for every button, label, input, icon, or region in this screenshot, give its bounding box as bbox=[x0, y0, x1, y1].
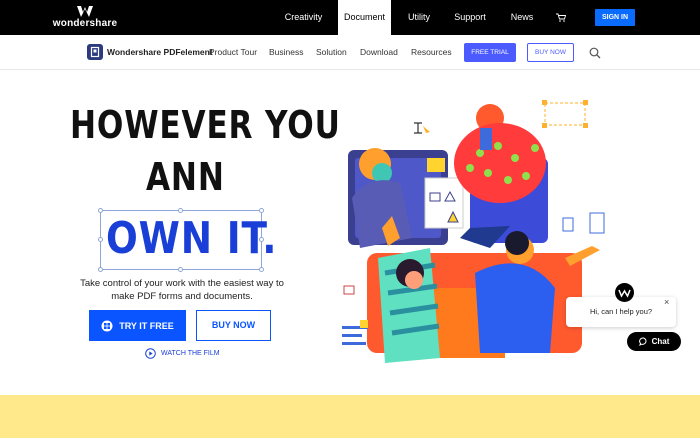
top-nav-creativity[interactable]: Creativity bbox=[276, 0, 331, 35]
chat-button[interactable]: Chat bbox=[627, 332, 681, 351]
selection-handle bbox=[259, 267, 264, 272]
hero-illustration bbox=[342, 100, 605, 363]
search-icon[interactable] bbox=[589, 47, 601, 59]
top-nav-support[interactable]: Support bbox=[450, 0, 490, 35]
chat-close-icon[interactable]: × bbox=[664, 297, 669, 307]
wondershare-logo-icon bbox=[77, 6, 93, 17]
hero-headline-line3: OWN IT. bbox=[106, 213, 278, 264]
next-section-band bbox=[0, 395, 700, 438]
selection-handle bbox=[98, 237, 103, 242]
pdfelement-logo-icon[interactable] bbox=[87, 44, 103, 60]
top-navigation-bar: wondershare Creativity Document Utility … bbox=[0, 0, 700, 35]
buy-now-button[interactable]: BUY NOW bbox=[196, 310, 271, 341]
chat-button-label: Chat bbox=[651, 337, 670, 346]
windows-mac-icon bbox=[101, 320, 113, 331]
top-nav-document[interactable]: Document bbox=[338, 0, 391, 35]
watch-film-link[interactable]: WATCH THE FILM bbox=[145, 348, 220, 359]
selection-handle bbox=[178, 267, 183, 272]
play-icon bbox=[145, 348, 156, 359]
hero-headline-line1: HOWEVER YOU bbox=[70, 103, 341, 147]
try-it-free-label: TRY IT FREE bbox=[119, 320, 174, 331]
wondershare-logo[interactable]: wondershare bbox=[53, 6, 117, 29]
buy-now-nav-button[interactable]: BUY NOW bbox=[527, 43, 574, 62]
cart-icon[interactable] bbox=[556, 13, 566, 22]
watch-film-label: WATCH THE FILM bbox=[161, 350, 220, 357]
chat-bubble-icon bbox=[638, 337, 647, 346]
hero-headline-line2: ANN bbox=[146, 155, 225, 199]
product-nav-resources[interactable]: Resources bbox=[411, 47, 452, 57]
product-nav-product-tour[interactable]: Product Tour bbox=[209, 47, 257, 57]
product-nav-download[interactable]: Download bbox=[360, 47, 398, 57]
selection-handle bbox=[98, 208, 103, 213]
hero-description: Take control of your work with the easie… bbox=[80, 278, 284, 302]
brand-name: wondershare bbox=[52, 18, 118, 29]
product-nav-solution[interactable]: Solution bbox=[316, 47, 347, 57]
chat-avatar bbox=[615, 283, 634, 302]
product-nav-business[interactable]: Business bbox=[269, 47, 304, 57]
top-nav-news[interactable]: News bbox=[507, 0, 537, 35]
sign-in-button[interactable]: SIGN IN bbox=[595, 9, 635, 26]
try-it-free-button[interactable]: TRY IT FREE bbox=[89, 310, 186, 341]
product-name[interactable]: Wondershare PDFelement bbox=[107, 47, 213, 57]
top-nav-utility[interactable]: Utility bbox=[399, 0, 439, 35]
free-trial-button[interactable]: FREE TRIAL bbox=[464, 43, 516, 62]
selection-handle bbox=[98, 267, 103, 272]
